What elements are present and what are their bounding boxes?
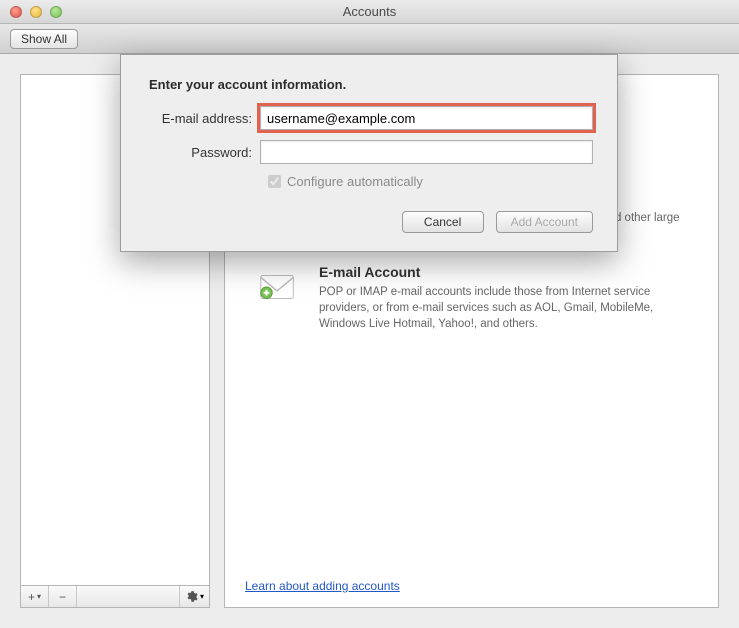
add-account-button[interactable]: Add Account xyxy=(496,211,593,233)
email-title: E-mail Account xyxy=(319,264,688,280)
window-controls xyxy=(0,6,62,18)
email-row: E-mail address: xyxy=(145,106,593,130)
add-account-button[interactable]: + ▾ xyxy=(21,586,49,607)
learn-link[interactable]: Learn about adding accounts xyxy=(245,579,400,593)
remove-account-button[interactable]: − xyxy=(49,586,77,607)
title-bar: Accounts xyxy=(0,0,739,24)
sheet-heading: Enter your account information. xyxy=(149,77,593,92)
sidebar-controls: + ▾ − ▾ xyxy=(20,586,210,608)
minimize-window-button[interactable] xyxy=(30,6,42,18)
email-text: E-mail Account POP or IMAP e-mail accoun… xyxy=(319,264,688,332)
configure-auto-label: Configure automatically xyxy=(287,174,423,189)
email-account-option[interactable]: E-mail Account POP or IMAP e-mail accoun… xyxy=(255,264,688,332)
close-window-button[interactable] xyxy=(10,6,22,18)
configure-auto-row[interactable]: Configure automatically xyxy=(268,174,593,189)
add-account-sheet: Enter your account information. E-mail a… xyxy=(120,54,618,252)
password-input[interactable] xyxy=(260,140,593,164)
email-icon xyxy=(255,264,301,310)
plus-icon: + xyxy=(28,590,35,604)
zoom-window-button[interactable] xyxy=(50,6,62,18)
gear-icon xyxy=(185,590,198,603)
email-label: E-mail address: xyxy=(145,111,260,126)
chevron-down-icon: ▾ xyxy=(200,592,204,601)
chevron-down-icon: ▾ xyxy=(37,592,41,601)
configure-auto-checkbox[interactable] xyxy=(268,175,281,188)
email-desc: POP or IMAP e-mail accounts include thos… xyxy=(319,284,688,332)
controls-spacer xyxy=(77,586,179,607)
cancel-button[interactable]: Cancel xyxy=(402,211,484,233)
password-row: Password: xyxy=(145,140,593,164)
sheet-button-row: Cancel Add Account xyxy=(145,211,593,233)
password-label: Password: xyxy=(145,145,260,160)
email-input[interactable] xyxy=(260,106,593,130)
toolbar: Show All xyxy=(0,24,739,54)
minus-icon: − xyxy=(59,590,66,604)
show-all-button[interactable]: Show All xyxy=(10,29,78,49)
window-title: Accounts xyxy=(0,4,739,19)
account-actions-button[interactable]: ▾ xyxy=(179,586,209,607)
